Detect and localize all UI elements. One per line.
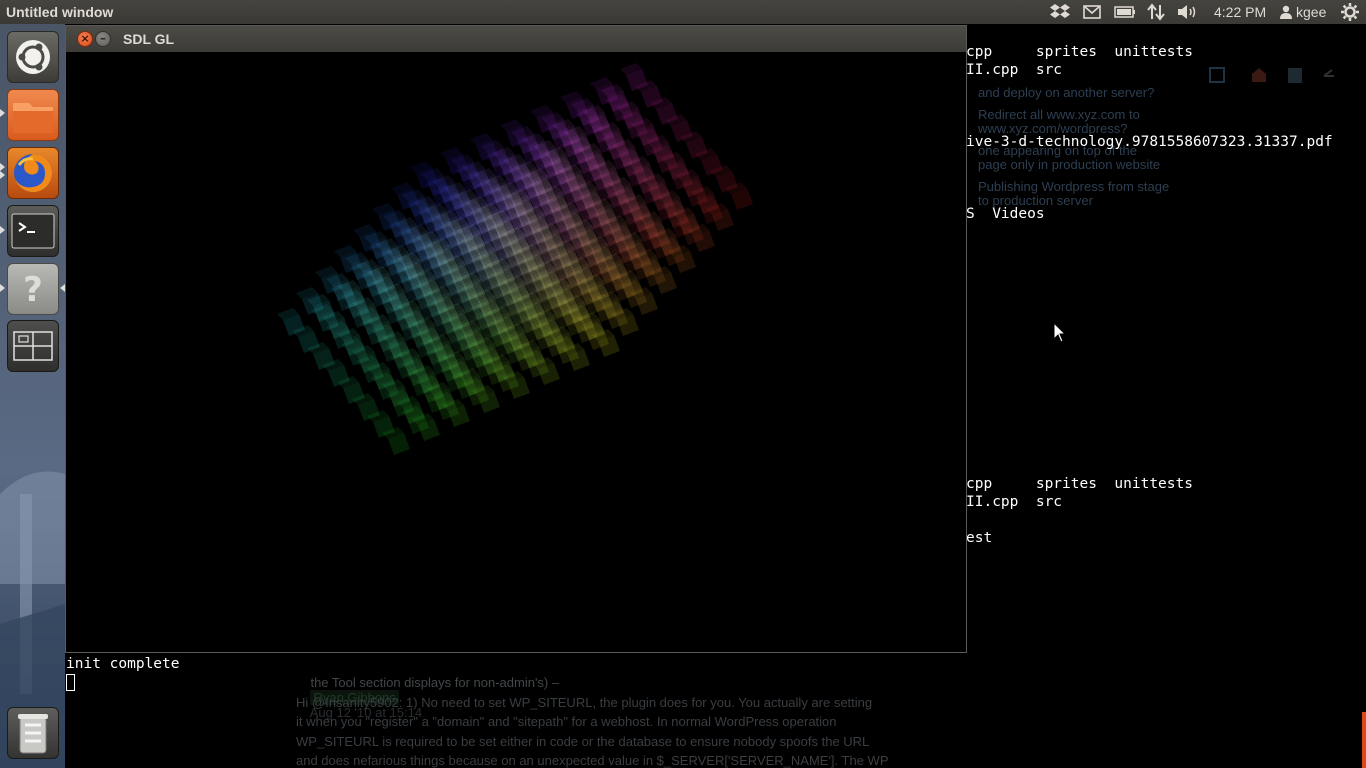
ghost-answer-line: Hi @Insanity5902: 1) No need to set WP_S… (296, 695, 873, 710)
svg-text:?: ? (23, 270, 43, 309)
trash-icon[interactable] (7, 707, 59, 759)
power-gear-icon[interactable] (1339, 2, 1361, 22)
running-indicator (0, 163, 5, 171)
active-window-title: Untitled window (6, 4, 114, 20)
sdl-window-title: SDL GL (123, 31, 175, 47)
gl-render-canvas[interactable] (66, 52, 966, 652)
terminal-line: est (966, 530, 993, 546)
user-menu[interactable]: kgee (1280, 4, 1326, 20)
terminal-output: init complete (66, 656, 180, 672)
ubuntu-dash-icon[interactable] (7, 31, 59, 83)
ghost-sidebar-link: Publishing Wordpress from stage (978, 179, 1170, 194)
ghost-answer-line: and does nefarious things because on an … (296, 753, 889, 768)
terminal-line: cpp sprites unittests (966, 44, 1193, 60)
terminal-line: II.cpp src (966, 62, 1063, 78)
terminal-icon[interactable] (7, 205, 59, 257)
user-name: kgee (1296, 4, 1327, 20)
ghost-answer-line: it when you "register" a "domain" and "s… (296, 714, 837, 729)
ghost-comment-text: the Tool section displays for non-admin'… (310, 675, 560, 690)
running-indicator (0, 171, 5, 179)
terminal-cursor (66, 674, 75, 691)
foreground-terminal[interactable]: init complete (65, 653, 295, 768)
dropbox-icon[interactable] (1048, 2, 1072, 22)
ghost-answer-line: WP_SITEURL is required to be set either … (296, 734, 870, 749)
sdl-titlebar[interactable]: × – SDL GL (66, 26, 966, 52)
terminal-line: II.cpp src (966, 494, 1063, 510)
mouse-pointer-icon (1053, 322, 1067, 343)
ghost-sidebar-link: page only in production website (978, 157, 1161, 172)
terminal-line: S Videos (966, 206, 1045, 222)
close-button[interactable]: × (77, 31, 93, 47)
sdl-gl-window[interactable]: × – SDL GL (65, 25, 967, 653)
ghost-sidebar-link: and deploy on another server? (978, 85, 1155, 100)
background-terminal[interactable]: and deploy on another server? Redirect a… (966, 24, 1366, 768)
files-icon[interactable] (7, 89, 59, 141)
ghost-toolbar-icons (1209, 67, 1334, 83)
color-cube (277, 63, 753, 455)
mail-icon[interactable] (1082, 2, 1102, 22)
help-icon[interactable]: ? (7, 263, 59, 315)
volume-icon[interactable] (1177, 2, 1199, 22)
running-indicator (0, 284, 5, 292)
minimize-button[interactable]: – (95, 31, 111, 47)
terminal-line: cpp sprites unittests (966, 476, 1193, 492)
ghost-sidebar-link: Redirect all www.xyz.com to (978, 107, 1140, 122)
network-icon[interactable] (1146, 2, 1166, 22)
ghost-webpage: the Tool section displays for non-admin'… (295, 653, 966, 768)
terminal-line: ive-3-d-technology.9781558607323.31337.p… (966, 134, 1333, 150)
battery-icon[interactable] (1113, 2, 1137, 22)
running-indicator (0, 226, 5, 234)
launcher: ? (0, 24, 65, 768)
workspace-switcher-icon[interactable] (7, 320, 59, 372)
running-indicator (0, 109, 5, 117)
user-icon (1280, 5, 1292, 19)
firefox-icon[interactable] (7, 147, 59, 199)
clock[interactable]: 4:22 PM (1214, 4, 1266, 20)
top-panel: Untitled window 4:22 PM kgee (0, 0, 1366, 24)
scrollbar-indicator (1362, 712, 1366, 768)
